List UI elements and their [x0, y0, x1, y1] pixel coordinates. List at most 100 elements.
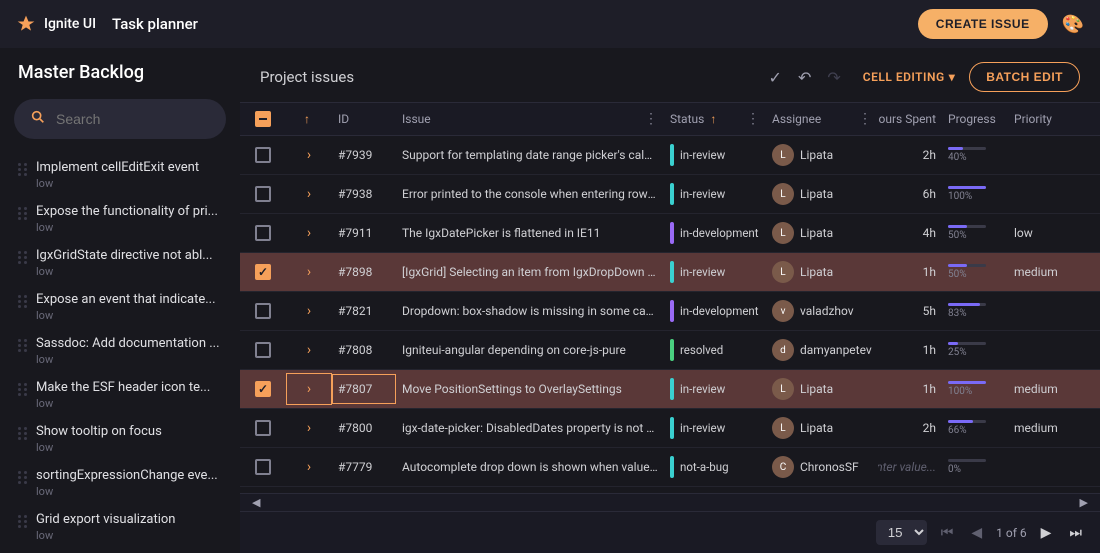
id-cell[interactable]: #7808: [332, 335, 396, 365]
issue-cell[interactable]: igx-date-picker: DisabledDates property …: [396, 413, 664, 443]
header-sort-id[interactable]: ↑: [286, 103, 332, 135]
hours-cell[interactable]: 4h: [878, 218, 942, 248]
issue-cell[interactable]: [IgxGrid] Selecting an item from IgxDrop…: [396, 257, 664, 287]
drag-handle-icon[interactable]: [18, 427, 28, 440]
id-cell[interactable]: #7807: [332, 374, 396, 404]
expand-cell[interactable]: ›: [286, 139, 332, 171]
hours-cell[interactable]: 6h: [878, 179, 942, 209]
expand-cell[interactable]: ›: [286, 256, 332, 288]
checkbox-cell[interactable]: [240, 451, 286, 483]
cell-editing-dropdown[interactable]: CELL EDITING ▾: [863, 70, 955, 84]
table-row[interactable]: ›#7808 Igniteui-angular depending on cor…: [240, 331, 1100, 370]
table-row[interactable]: ›#7939 Support for templating date range…: [240, 136, 1100, 175]
checkbox-cell[interactable]: [240, 178, 286, 210]
backlog-item[interactable]: sortingExpressionChange eve...low: [14, 461, 226, 505]
chevron-right-icon[interactable]: ›: [307, 420, 311, 436]
checkbox-cell[interactable]: ✓: [240, 373, 286, 405]
row-checkbox[interactable]: [255, 186, 271, 202]
header-issue[interactable]: Issue⋮: [396, 103, 664, 135]
drag-handle-icon[interactable]: [18, 295, 28, 308]
theme-palette-icon[interactable]: 🎨: [1062, 14, 1084, 35]
chevron-right-icon[interactable]: ›: [307, 264, 311, 280]
backlog-item[interactable]: Make the ESF header icon te...low: [14, 373, 226, 417]
redo-icon[interactable]: ↷: [827, 68, 840, 87]
issue-cell[interactable]: The IgxDatePicker is flattened in IE11: [396, 218, 664, 248]
progress-cell[interactable]: 83%: [942, 295, 1008, 327]
assignee-cell[interactable]: LLipata: [766, 409, 878, 447]
id-cell[interactable]: #7779: [332, 452, 396, 482]
progress-cell[interactable]: 66%: [942, 412, 1008, 444]
chevron-right-icon[interactable]: ›: [307, 186, 311, 202]
chevron-right-icon[interactable]: ›: [307, 342, 311, 358]
checkbox-cell[interactable]: [240, 412, 286, 444]
table-row[interactable]: ›#7779 Autocomplete drop down is shown w…: [240, 448, 1100, 487]
column-menu-icon[interactable]: ⋮: [746, 111, 760, 127]
select-all-checkbox[interactable]: [255, 111, 271, 127]
checkbox-cell[interactable]: [240, 295, 286, 327]
status-cell[interactable]: in-review: [664, 409, 766, 447]
scroll-left-icon[interactable]: ◀: [252, 496, 260, 509]
expand-cell[interactable]: ›: [286, 295, 332, 327]
row-checkbox[interactable]: [255, 459, 271, 475]
priority-cell[interactable]: medium: [1008, 374, 1070, 404]
drag-handle-icon[interactable]: [18, 383, 28, 396]
id-cell[interactable]: #7800: [332, 413, 396, 443]
chevron-right-icon[interactable]: ›: [307, 147, 311, 163]
scroll-right-icon[interactable]: ▶: [1080, 496, 1088, 509]
priority-cell[interactable]: medium: [1008, 257, 1070, 287]
drag-handle-icon[interactable]: [18, 207, 28, 220]
priority-cell[interactable]: medium: [1008, 413, 1070, 443]
drag-handle-icon[interactable]: [18, 251, 28, 264]
column-menu-icon[interactable]: ⋮: [644, 111, 658, 127]
drag-handle-icon[interactable]: [18, 515, 28, 528]
status-cell[interactable]: in-development: [664, 214, 766, 252]
hours-cell[interactable]: Enter value...: [878, 452, 942, 482]
header-assignee[interactable]: Assignee⋮: [766, 103, 878, 135]
status-cell[interactable]: in-review: [664, 253, 766, 291]
hours-cell[interactable]: 2h: [878, 140, 942, 170]
row-checkbox[interactable]: [255, 225, 271, 241]
table-row[interactable]: › #7800 igx-date-picker: DisabledDates pr…: [240, 409, 1100, 448]
assignee-cell[interactable]: LLipata: [766, 253, 878, 291]
row-checkbox[interactable]: [255, 420, 271, 436]
row-checkbox[interactable]: [255, 303, 271, 319]
next-page-button[interactable]: ▶: [1037, 522, 1056, 543]
priority-cell[interactable]: [1008, 186, 1070, 202]
checkbox-cell[interactable]: [240, 334, 286, 366]
expand-cell[interactable]: ›: [286, 451, 332, 483]
header-status[interactable]: Status↑⋮: [664, 103, 766, 135]
row-checkbox[interactable]: [255, 342, 271, 358]
undo-icon[interactable]: ↶: [798, 68, 811, 87]
chevron-right-icon[interactable]: ›: [307, 225, 311, 241]
hours-cell[interactable]: 1h: [878, 257, 942, 287]
checkbox-cell[interactable]: [240, 139, 286, 171]
header-hours[interactable]: Hours Spent: [878, 103, 942, 135]
expand-cell[interactable]: ›: [286, 334, 332, 366]
expand-cell[interactable]: ›: [286, 178, 332, 210]
assignee-cell[interactable]: LLipata: [766, 214, 878, 252]
expand-cell[interactable]: ›: [286, 217, 332, 249]
drag-handle-icon[interactable]: [18, 339, 28, 352]
assignee-cell[interactable]: LLipata: [766, 136, 878, 174]
progress-cell[interactable]: 25%: [942, 334, 1008, 366]
table-row[interactable]: ›#7938 Error printed to the console when…: [240, 175, 1100, 214]
status-cell[interactable]: not-a-bug: [664, 448, 766, 486]
batch-edit-button[interactable]: BATCH EDIT: [969, 62, 1080, 92]
priority-cell[interactable]: [1008, 303, 1070, 319]
backlog-item[interactable]: Grid export visualizationlow: [14, 505, 226, 549]
backlog-item[interactable]: Show tooltip on focuslow: [14, 417, 226, 461]
progress-cell[interactable]: 0%: [942, 451, 1008, 483]
priority-cell[interactable]: [1008, 342, 1070, 358]
backlog-item[interactable]: Sassdoc: Add documentation ...low: [14, 329, 226, 373]
commit-icon[interactable]: ✓: [769, 68, 782, 87]
expand-cell[interactable]: ›: [286, 373, 332, 405]
issue-cell[interactable]: Move PositionSettings to OverlaySettings: [396, 374, 664, 404]
id-cell[interactable]: #7911: [332, 218, 396, 248]
status-cell[interactable]: in-development: [664, 292, 766, 330]
assignee-cell[interactable]: LLipata: [766, 175, 878, 213]
issue-cell[interactable]: Autocomplete drop down is shown when val…: [396, 452, 664, 482]
progress-cell[interactable]: 100%: [942, 373, 1008, 405]
status-cell[interactable]: in-review: [664, 136, 766, 174]
priority-cell[interactable]: [1008, 459, 1070, 475]
id-cell[interactable]: #7938: [332, 179, 396, 209]
